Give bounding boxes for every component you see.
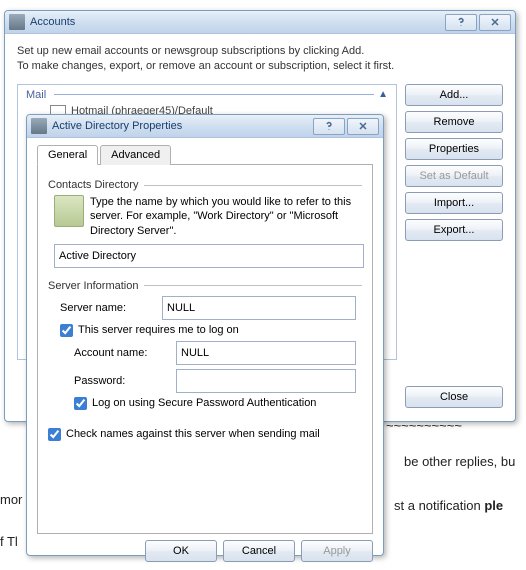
label-account-name: Account name: [74,347,176,359]
tab-general[interactable]: General [37,145,98,165]
check-names-checkbox[interactable] [48,428,61,441]
accounts-help-button[interactable] [445,14,477,31]
check-names-label: Check names against this server when sen… [66,428,320,440]
background-text-mor: mor [0,492,22,507]
section-server-information: Server Information [48,280,362,292]
accounts-app-icon [9,14,25,30]
close-button[interactable]: Close [405,386,503,408]
accounts-title: Accounts [30,16,443,28]
accounts-group-mail[interactable]: Mail ▲ [20,87,394,103]
label-server-name: Server name: [60,302,162,314]
remove-button[interactable]: Remove [405,111,503,133]
tab-advanced[interactable]: Advanced [100,145,171,165]
properties-button[interactable]: Properties [405,138,503,160]
cancel-button[interactable]: Cancel [223,540,295,562]
logon-required-checkbox[interactable] [60,324,73,337]
directory-name-input[interactable] [54,244,364,268]
directory-server-icon [54,195,84,227]
import-button[interactable]: Import... [405,192,503,214]
properties-body: General Advanced Contacts Directory Type… [27,138,383,570]
group-label: Mail [26,89,46,101]
password-input[interactable] [176,369,356,393]
properties-app-icon [31,118,47,134]
properties-titlebar[interactable]: Active Directory Properties [27,115,383,138]
accounts-intro: Set up new email accounts or newsgroup s… [17,44,503,74]
set-default-button: Set as Default [405,165,503,187]
ok-button[interactable]: OK [145,540,217,562]
tab-content: Contacts Directory Type the name by whic… [37,165,373,534]
account-name-input[interactable] [176,341,356,365]
tabs: General Advanced [37,144,373,165]
apply-button: Apply [301,540,373,562]
accounts-titlebar[interactable]: Accounts [5,11,515,34]
section-contacts-directory: Contacts Directory [48,179,362,191]
properties-title: Active Directory Properties [52,120,311,132]
contacts-description: Type the name by which you would like to… [54,195,362,238]
spa-label: Log on using Secure Password Authenticat… [92,397,316,409]
collapse-caret-icon[interactable]: ▲ [378,89,388,100]
accounts-buttons: Add... Remove Properties Set as Default … [405,84,503,408]
group-divider [54,94,374,95]
server-name-input[interactable] [162,296,356,320]
add-button[interactable]: Add... [405,84,503,106]
accounts-close-button[interactable] [479,14,511,31]
background-text-ft: f Tl [0,534,18,549]
properties-help-button[interactable] [313,118,345,135]
background-text-replies: be other replies, bu [404,454,515,469]
logon-required-label: This server requires me to log on [78,324,239,336]
background-text-notification: st a notification ple [394,498,503,513]
dialog-buttons: OK Cancel Apply [37,540,373,562]
label-password: Password: [74,375,176,387]
properties-window: Active Directory Properties General Adva… [26,114,384,556]
spa-checkbox[interactable] [74,397,87,410]
properties-close-button[interactable] [347,118,379,135]
export-button[interactable]: Export... [405,219,503,241]
contacts-description-text: Type the name by which you would like to… [90,195,362,238]
